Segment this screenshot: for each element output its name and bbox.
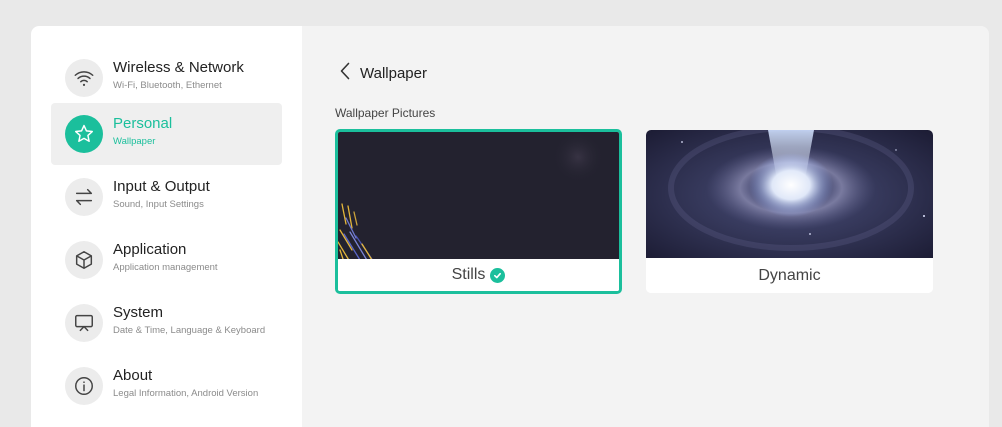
stills-thumbnail [338, 132, 619, 262]
sidebar-item-subtitle: Wi-Fi, Bluetooth, Ethernet [113, 80, 222, 91]
sidebar-item-title: System [113, 304, 164, 321]
dynamic-thumbnail [646, 130, 933, 260]
card-label-text: Stills [451, 266, 486, 283]
card-label: Stills [338, 259, 619, 291]
sidebar-item-title: Personal [113, 115, 173, 132]
sidebar-item-title: Wireless & Network [113, 59, 244, 76]
content-panel: Wallpaper Wallpaper Pictures Stills Dyna… [302, 26, 989, 427]
monitor-icon [65, 304, 103, 342]
card-label-text: Dynamic [758, 266, 821, 284]
sidebar-item-title: Input & Output [113, 178, 210, 195]
sidebar-item-wireless-network[interactable]: Wireless & Network Wi-Fi, Bluetooth, Eth… [51, 47, 282, 109]
card-label: Dynamic [646, 258, 933, 293]
sidebar-item-title: About [113, 367, 153, 384]
back-button[interactable]: Wallpaper [340, 62, 427, 84]
swap-arrows-icon [65, 178, 103, 216]
check-icon [490, 267, 506, 283]
sidebar-item-system[interactable]: System Date & Time, Language & Keyboard [51, 292, 282, 354]
sidebar-item-application[interactable]: Application Application management [51, 229, 282, 291]
sidebar: Wireless & Network Wi-Fi, Bluetooth, Eth… [31, 26, 302, 427]
section-label: Wallpaper Pictures [335, 106, 436, 120]
wallpaper-card-dynamic[interactable]: Dynamic [646, 130, 933, 293]
cube-icon [65, 241, 103, 279]
sidebar-item-subtitle: Legal Information, Android Version [113, 388, 259, 399]
page-title: Wallpaper [360, 64, 427, 82]
sidebar-item-subtitle: Date & Time, Language & Keyboard [113, 325, 266, 336]
sidebar-item-subtitle: Wallpaper [113, 136, 156, 147]
sidebar-item-input-output[interactable]: Input & Output Sound, Input Settings [51, 166, 282, 228]
sidebar-item-title: Application [113, 241, 187, 258]
info-icon [65, 367, 103, 405]
sidebar-item-about[interactable]: About Legal Information, Android Version [51, 355, 282, 417]
chevron-left-icon [340, 62, 350, 85]
settings-window: Wireless & Network Wi-Fi, Bluetooth, Eth… [31, 26, 989, 427]
wifi-icon [65, 59, 103, 97]
sidebar-item-subtitle: Sound, Input Settings [113, 199, 204, 210]
sidebar-item-subtitle: Application management [113, 262, 218, 273]
star-icon [65, 115, 103, 153]
sidebar-item-personal[interactable]: Personal Wallpaper [51, 103, 282, 165]
wallpaper-card-stills[interactable]: Stills [335, 129, 622, 294]
